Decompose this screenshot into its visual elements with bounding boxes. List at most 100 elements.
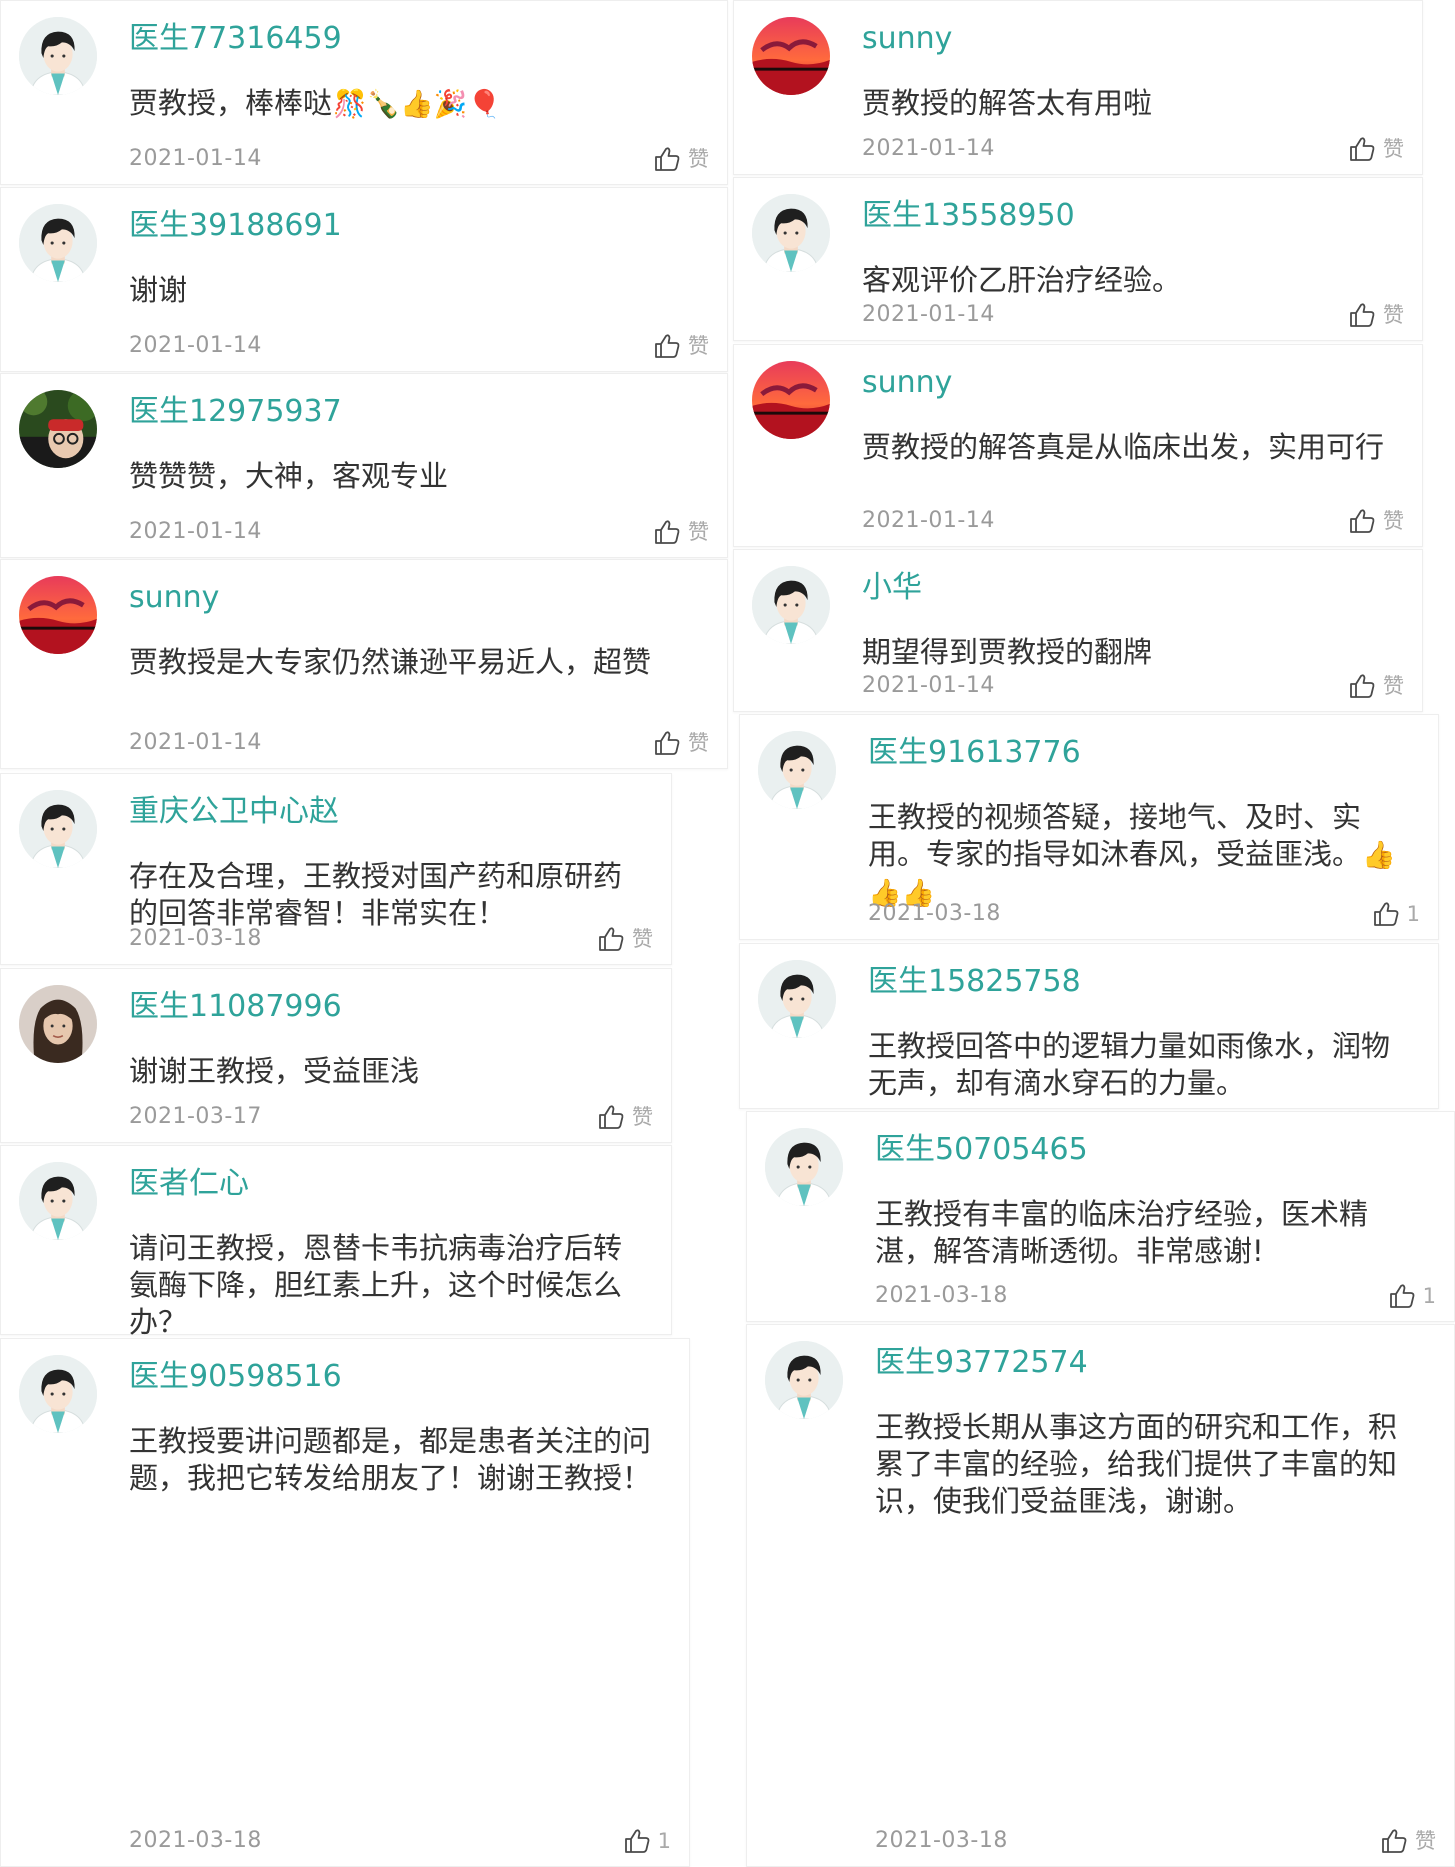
comment-text: 王教授要讲问题都是，都是患者关注的问题，我把它转发给朋友了！谢谢王教授！ bbox=[129, 1423, 655, 1497]
comment-text: 谢谢王教授，受益匪浅 bbox=[129, 1053, 637, 1090]
comment-card: 医生11087996 谢谢王教授，受益匪浅 2021-03-17 赞 bbox=[0, 968, 672, 1143]
commenter-name[interactable]: 医生91613776 bbox=[868, 733, 1081, 773]
comment-body: 谢谢王教授，受益匪浅 bbox=[129, 1054, 420, 1088]
like-button[interactable]: 赞 bbox=[596, 924, 653, 954]
sunset-avatar[interactable] bbox=[752, 361, 830, 439]
comment-date: 2021-03-18 bbox=[868, 901, 1001, 926]
like-button[interactable]: 赞 bbox=[1347, 134, 1404, 164]
comment-card: 医生39188691 谢谢 2021-01-14 赞 bbox=[0, 187, 728, 372]
comment-body: 谢谢 bbox=[129, 273, 188, 307]
comment-date: 2021-01-14 bbox=[862, 673, 995, 698]
like-label: 赞 bbox=[688, 147, 709, 171]
like-label: 赞 bbox=[1383, 509, 1404, 533]
comment-card: 小华期望得到贾教授的翻牌 2021-01-14 赞 bbox=[733, 549, 1423, 712]
commenter-name[interactable]: 医生39188691 bbox=[129, 206, 342, 246]
comment-date: 2021-03-17 bbox=[129, 1104, 262, 1129]
comment-date: 2021-01-14 bbox=[862, 508, 995, 533]
like-button[interactable]: 1 bbox=[1371, 899, 1420, 929]
comment-body: 请问王教授，恩替卡韦抗病毒治疗后转氨酶下降，胆红素上升，这个时候怎么办？ bbox=[129, 1231, 623, 1339]
commenter-name[interactable]: 医者仁心 bbox=[129, 1164, 249, 1204]
like-label: 赞 bbox=[688, 731, 709, 755]
commenter-name[interactable]: sunny bbox=[862, 363, 952, 403]
doctor-avatar[interactable] bbox=[765, 1341, 843, 1419]
thumbs-up-icon bbox=[1347, 134, 1377, 164]
commenter-name[interactable]: 重庆公卫中心赵 bbox=[129, 792, 339, 832]
commenter-name[interactable]: 小华 bbox=[862, 568, 922, 608]
comment-card: sunny 贾教授是大专家仍然谦逊平易近人，超赞 2021-01-14 赞 bbox=[0, 559, 728, 769]
comment-date: 2021-03-18 bbox=[875, 1283, 1008, 1308]
doctor-avatar[interactable] bbox=[19, 1355, 97, 1433]
comment-body: 存在及合理，王教授对国产药和原研药的回答非常睿智！非常实在！ bbox=[129, 859, 623, 930]
doctor-avatar[interactable] bbox=[758, 731, 836, 809]
doctor-avatar[interactable] bbox=[758, 960, 836, 1038]
comment-text: 请问王教授，恩替卡韦抗病毒治疗后转氨酶下降，胆红素上升，这个时候怎么办？ bbox=[129, 1230, 637, 1341]
like-label: 赞 bbox=[1383, 674, 1404, 698]
like-label: 赞 bbox=[1415, 1829, 1436, 1853]
comment-body: 王教授的视频答疑，接地气、及时、实用。专家的指导如沐春风，受益匪浅。 bbox=[868, 800, 1362, 871]
photo-avatar[interactable] bbox=[19, 390, 97, 468]
commenter-name[interactable]: 医生77316459 bbox=[129, 19, 342, 59]
like-button[interactable]: 赞 bbox=[1347, 300, 1404, 330]
comment-card: sunny 贾教授的解答太有用啦 2021-01-14 赞 bbox=[733, 0, 1423, 175]
commenter-name[interactable]: 医生13558950 bbox=[862, 196, 1075, 236]
comment-card: 医生93772574 王教授长期从事这方面的研究和工作，积累了丰富的经验，给我们提… bbox=[746, 1324, 1455, 1867]
comment-text: 王教授长期从事这方面的研究和工作，积累了丰富的经验，给我们提供了丰富的知识，使我… bbox=[875, 1409, 1420, 1520]
comment-card: 医生15825758 王教授回答中的逻辑力量如雨像水，润物无声，却有滴水穿石的力量… bbox=[739, 943, 1439, 1109]
thumbs-up-icon bbox=[652, 144, 682, 174]
thumbs-up-icon bbox=[596, 1102, 626, 1132]
commenter-name[interactable]: 医生11087996 bbox=[129, 987, 342, 1027]
commenter-name[interactable]: sunny bbox=[129, 578, 219, 618]
doctor-avatar[interactable] bbox=[19, 204, 97, 282]
doctor-avatar[interactable] bbox=[19, 17, 97, 95]
thumbs-up-icon bbox=[1347, 300, 1377, 330]
sunset-avatar[interactable] bbox=[19, 576, 97, 654]
comment-text: 赞赞赞，大神，客观专业 bbox=[129, 458, 693, 495]
comment-date: 2021-01-14 bbox=[862, 302, 995, 327]
comment-body: 期望得到贾教授的翻牌 bbox=[862, 635, 1153, 669]
comment-date: 2021-01-14 bbox=[862, 136, 995, 161]
thumbs-up-icon bbox=[652, 728, 682, 758]
comment-body: 王教授回答中的逻辑力量如雨像水，润物无声，却有滴水穿石的力量。 bbox=[868, 1029, 1391, 1100]
commenter-name[interactable]: 医生93772574 bbox=[875, 1343, 1088, 1383]
like-label: 赞 bbox=[632, 1105, 653, 1129]
comment-card: 医生91613776 王教授的视频答疑，接地气、及时、实用。专家的指导如沐春风，受… bbox=[739, 714, 1439, 940]
like-label: 赞 bbox=[688, 334, 709, 358]
sunset-avatar[interactable] bbox=[752, 17, 830, 95]
thumbs-up-icon bbox=[1387, 1281, 1417, 1311]
commenter-name[interactable]: 医生50705465 bbox=[875, 1130, 1088, 1170]
doctor-avatar[interactable] bbox=[765, 1128, 843, 1206]
comment-text: 期望得到贾教授的翻牌 bbox=[862, 634, 1388, 671]
comment-text: 贾教授是大专家仍然谦逊平易近人，超赞 bbox=[129, 644, 693, 681]
thumbs-up-icon bbox=[596, 924, 626, 954]
doctor-avatar[interactable] bbox=[752, 566, 830, 644]
like-button[interactable]: 赞 bbox=[1347, 506, 1404, 536]
doctor-avatar[interactable] bbox=[752, 194, 830, 272]
commenter-name[interactable]: 医生90598516 bbox=[129, 1357, 342, 1397]
comment-date: 2021-01-14 bbox=[129, 146, 262, 171]
like-button[interactable]: 赞 bbox=[596, 1102, 653, 1132]
commenter-name[interactable]: sunny bbox=[862, 19, 952, 59]
like-button[interactable]: 赞 bbox=[652, 728, 709, 758]
doctor-avatar[interactable] bbox=[19, 1162, 97, 1240]
comment-card: 医生90598516 王教授要讲问题都是，都是患者关注的问题，我把它转发给朋友了！… bbox=[0, 1338, 690, 1867]
comment-body: 王教授有丰富的临床治疗经验，医术精湛，解答清晰透彻。非常感谢! bbox=[875, 1197, 1369, 1268]
comment-date: 2021-01-14 bbox=[129, 333, 262, 358]
comment-card: 医生50705465 王教授有丰富的临床治疗经验，医术精湛，解答清晰透彻。非常感谢… bbox=[746, 1111, 1455, 1322]
woman-photo-avatar[interactable] bbox=[19, 985, 97, 1063]
like-button[interactable]: 1 bbox=[622, 1826, 671, 1856]
like-button[interactable]: 赞 bbox=[652, 144, 709, 174]
commenter-name[interactable]: 医生15825758 bbox=[868, 962, 1081, 1002]
like-label: 赞 bbox=[1383, 303, 1404, 327]
like-button[interactable]: 赞 bbox=[652, 331, 709, 361]
comment-body: 贾教授是大专家仍然谦逊平易近人，超赞 bbox=[129, 645, 652, 679]
like-button[interactable]: 赞 bbox=[1347, 671, 1404, 701]
comment-text: 王教授有丰富的临床治疗经验，医术精湛，解答清晰透彻。非常感谢! bbox=[875, 1196, 1420, 1270]
like-label: 赞 bbox=[632, 927, 653, 951]
like-label: 赞 bbox=[1383, 137, 1404, 161]
like-button[interactable]: 赞 bbox=[1379, 1826, 1436, 1856]
commenter-name[interactable]: 医生12975937 bbox=[129, 392, 342, 432]
like-button[interactable]: 1 bbox=[1387, 1281, 1436, 1311]
doctor-avatar[interactable] bbox=[19, 790, 97, 868]
like-button[interactable]: 赞 bbox=[652, 517, 709, 547]
comment-body: 赞赞赞，大神，客观专业 bbox=[129, 459, 449, 493]
